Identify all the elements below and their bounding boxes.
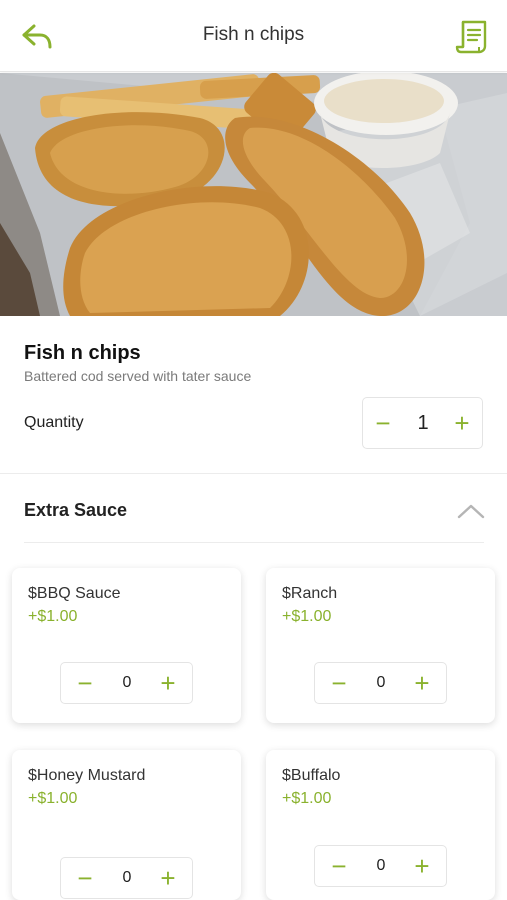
sauce-increase-button[interactable]: + [148,858,188,898]
sauce-price: +$1.00 [282,790,332,807]
extra-sauce-title: Extra Sauce [24,500,128,520]
sauce-increase-button[interactable]: + [402,663,442,703]
sauce-option-card: $BBQ Sauce +$1.00 − 0 + [12,568,241,723]
app-header: Fish n chips [0,0,507,72]
sauce-price: +$1.00 [28,790,78,807]
receipt-icon [455,20,487,54]
quantity-stepper: − 1 + [362,397,483,449]
sauce-decrease-button[interactable]: − [319,846,359,886]
quantity-increase-button[interactable]: + [442,398,482,448]
sauce-decrease-button[interactable]: − [65,663,105,703]
sauce-option-card: $Buffalo +$1.00 − 0 + [266,750,495,900]
quantity-decrease-button[interactable]: − [363,398,403,448]
sauce-count: 0 [376,674,386,691]
receipt-button[interactable] [455,18,489,54]
sauce-option-card: $Ranch +$1.00 − 0 + [266,568,495,723]
extra-sauce-collapse-button[interactable] [457,500,485,522]
quantity-label: Quantity [24,414,84,431]
sauce-count: 0 [122,869,132,886]
quantity-value: 1 [417,412,429,434]
sauce-increase-button[interactable]: + [402,846,442,886]
dish-photo [0,73,507,316]
sauce-count: 0 [122,674,132,691]
sauce-decrease-button[interactable]: − [319,663,359,703]
sauce-name: $BBQ Sauce [28,585,121,602]
page-title: Fish n chips [202,24,305,45]
sauce-increase-button[interactable]: + [148,663,188,703]
sauce-name: $Honey Mustard [28,767,146,784]
chevron-up-icon [457,504,485,519]
sauce-stepper: − 0 + [60,662,193,704]
item-info: Fish n chips Battered cod served with ta… [0,316,507,474]
sauce-decrease-button[interactable]: − [65,858,105,898]
sauce-price: +$1.00 [28,608,78,625]
item-description: Battered cod served with tater sauce [24,368,252,384]
sauce-option-card: $Honey Mustard +$1.00 − 0 + [12,750,241,900]
sauce-stepper: − 0 + [314,845,447,887]
section-divider [24,542,484,543]
sauce-name: $Buffalo [282,767,341,784]
sauce-price: +$1.00 [282,608,332,625]
sauce-stepper: − 0 + [314,662,447,704]
sauce-count: 0 [376,857,386,874]
sauce-stepper: − 0 + [60,857,193,899]
item-name: Fish n chips [24,342,141,364]
sauce-name: $Ranch [282,585,338,602]
